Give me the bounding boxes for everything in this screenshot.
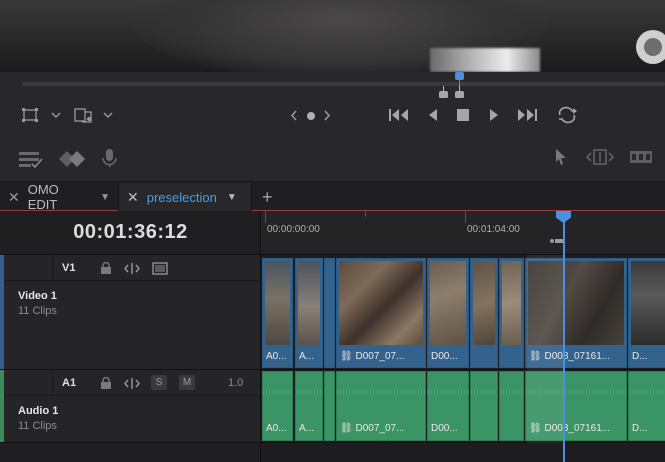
tab-label: OMO EDIT — [27, 182, 59, 212]
out-point-marker[interactable] — [455, 86, 464, 98]
clip-label-text: D007_07... — [355, 351, 405, 362]
clip-label-text: D007_07... — [355, 423, 405, 434]
viewer-controls — [0, 72, 665, 142]
play-reverse-icon[interactable] — [427, 108, 439, 122]
timeline-ruler[interactable]: 00:00:00:00 00:01:04:00 — [261, 211, 665, 255]
plus-icon[interactable]: + — [262, 183, 273, 211]
video-track-lane[interactable]: A0... A... ⛓ D007_07... D00... ⛓ D008_07… — [261, 255, 665, 370]
track-header-filler — [0, 443, 261, 462]
audio-clip[interactable]: D00... — [427, 371, 469, 441]
prev-icon[interactable] — [290, 110, 298, 121]
track-name: Video 1 — [18, 290, 57, 302]
clip-label: D00... — [431, 351, 458, 362]
lock-icon[interactable] — [100, 262, 112, 275]
selection-highlight — [527, 255, 565, 443]
ruler-mark-label: 00:01:04:00 — [467, 224, 520, 235]
track-clip-count: 11 Clips — [18, 305, 57, 317]
tab-omo-edit[interactable]: ✕ OMO EDIT ▼ — [0, 182, 119, 212]
auto-select-icon[interactable] — [124, 262, 140, 275]
play-icon[interactable] — [488, 108, 500, 122]
video-clip[interactable] — [324, 258, 335, 368]
trim-icon[interactable] — [585, 148, 615, 166]
pointer-icon[interactable] — [554, 148, 568, 166]
dot-icon[interactable] — [306, 111, 316, 121]
video-clip[interactable]: A0... — [262, 258, 293, 368]
audio-clip[interactable] — [470, 371, 498, 441]
track-clip-count: 11 Clips — [18, 420, 57, 432]
jump-start-icon[interactable] — [388, 108, 410, 122]
timecode-panel: 00:01:36:12 — [0, 211, 261, 255]
flags-icon[interactable] — [18, 150, 44, 168]
link-icon: ⛓ — [340, 423, 356, 434]
razor-icon[interactable] — [629, 149, 653, 165]
close-icon[interactable]: ✕ — [127, 189, 139, 206]
chevron-down-icon[interactable] — [103, 112, 113, 119]
video-clip[interactable]: ⛓ D007_07... — [336, 258, 426, 368]
clip-label: D... — [632, 423, 648, 434]
clip-label: D00... — [431, 423, 458, 434]
video-track-header[interactable]: V1 Video 1 11 Clips — [0, 255, 261, 370]
next-icon[interactable] — [323, 110, 331, 121]
editor-window: ✕ OMO EDIT ▼ ✕ preselection ▼ + 00:01:36… — [0, 0, 665, 462]
audio-clip[interactable] — [499, 371, 524, 441]
clip-label: ⛓ D007_07... — [340, 351, 404, 362]
audio-clip[interactable]: A0... — [262, 371, 293, 441]
playhead-line[interactable] — [563, 222, 565, 462]
video-clip[interactable]: A... — [295, 258, 323, 368]
track-volume[interactable]: 1.0 — [228, 377, 243, 389]
clip-label: A... — [299, 423, 315, 434]
close-icon[interactable]: ✕ — [8, 189, 20, 206]
ruler-start-label: 00:00:00:00 — [267, 224, 320, 235]
chevron-down-icon[interactable]: ▼ — [227, 192, 237, 203]
audio-clip[interactable]: ⛓ D007_07... — [336, 371, 426, 441]
film-icon[interactable] — [152, 262, 168, 275]
viewer-image-highlight — [430, 48, 540, 72]
timeline-tabs: ✕ OMO EDIT ▼ ✕ preselection ▼ — [0, 182, 665, 212]
scrubber-bar[interactable] — [22, 82, 665, 86]
tab-preselection[interactable]: ✕ preselection ▼ — [119, 183, 252, 211]
in-point-marker[interactable] — [439, 86, 448, 98]
audio-clip[interactable]: D... — [628, 371, 665, 441]
crop-icon[interactable] — [22, 108, 38, 122]
audio-clip[interactable]: A... — [295, 371, 323, 441]
chevron-down-icon[interactable] — [51, 112, 61, 119]
clip-label: D... — [632, 351, 648, 362]
track-id: V1 — [62, 262, 76, 274]
mute-button[interactable]: M — [179, 375, 195, 390]
audio-track-header[interactable]: A1 S M 1.0 Audio 1 11 Clips — [0, 370, 261, 443]
link-icon: ⛓ — [340, 351, 356, 362]
timeline-toolbar — [0, 142, 665, 182]
auto-select-icon[interactable] — [124, 377, 140, 390]
jump-end-icon[interactable] — [516, 108, 538, 122]
stop-icon[interactable] — [456, 108, 470, 122]
viewer-frame[interactable] — [0, 0, 665, 72]
audio-clip[interactable] — [324, 371, 335, 441]
track-name: Audio 1 — [18, 405, 59, 417]
viewer-image-object-inner — [644, 38, 662, 56]
video-clip[interactable] — [470, 258, 498, 368]
chevron-down-icon[interactable]: ▼ — [100, 192, 110, 203]
clip-label: ⛓ D007_07... — [340, 423, 404, 434]
scrubber-playhead[interactable] — [455, 72, 464, 80]
track-id: A1 — [62, 377, 77, 389]
tab-label: preselection — [146, 189, 217, 205]
transform-icon[interactable] — [74, 106, 94, 124]
video-clip[interactable] — [499, 258, 524, 368]
video-clip[interactable]: D... — [628, 258, 665, 368]
lock-icon[interactable] — [100, 377, 112, 390]
loop-icon[interactable] — [556, 106, 578, 124]
microphone-icon[interactable] — [100, 148, 120, 168]
track-area-filler — [261, 443, 665, 462]
audio-track-lane[interactable]: A0... A... ⛓ D007_07... D00... ⛓ D008_07… — [261, 370, 665, 443]
clip-label: A... — [299, 351, 315, 362]
timecode-display[interactable]: 00:01:36:12 — [0, 221, 261, 244]
clip-label: A0... — [266, 423, 287, 434]
video-clip[interactable]: D00... — [427, 258, 469, 368]
clip-label: A0... — [266, 351, 287, 362]
solo-button[interactable]: S — [151, 375, 167, 390]
diamond-icon[interactable] — [58, 150, 86, 168]
